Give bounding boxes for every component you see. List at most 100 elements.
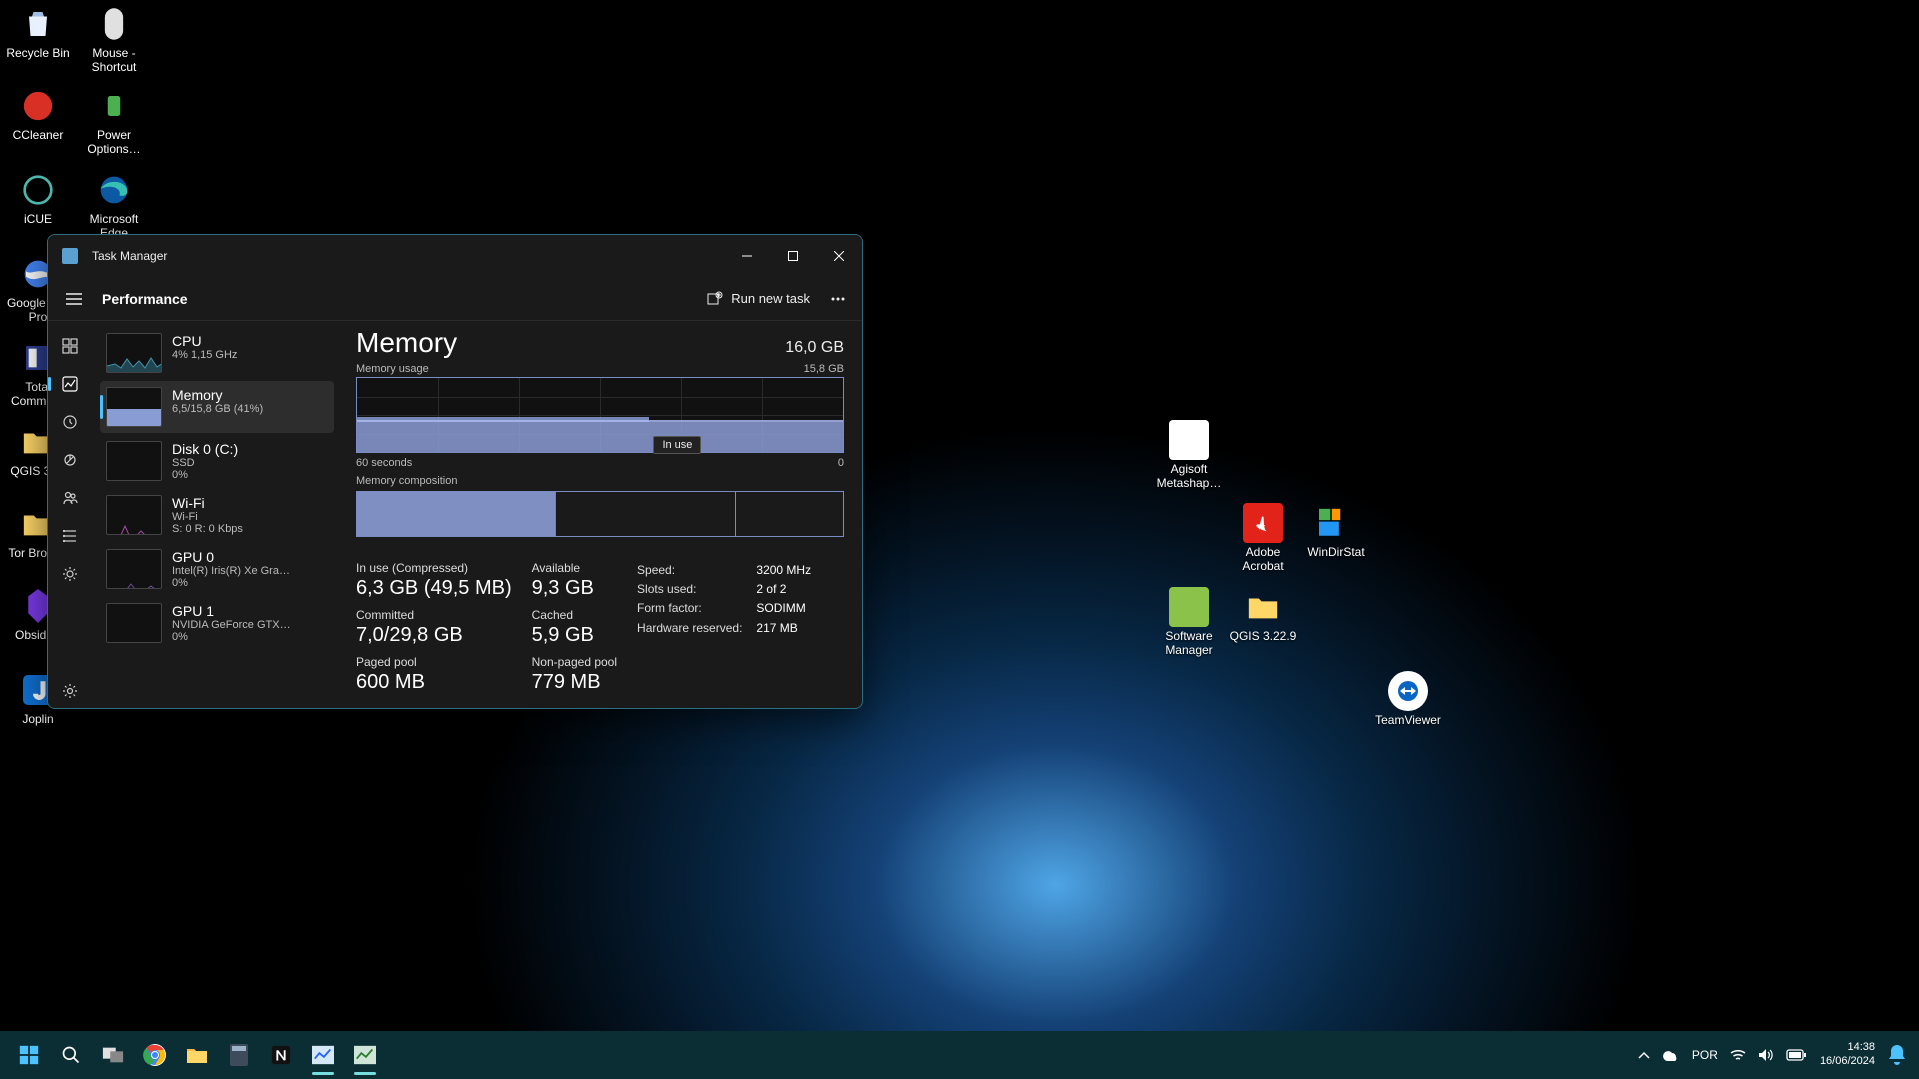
maximize-button[interactable] [770,235,816,277]
ccleaner-icon [18,86,58,126]
available-label: Available [532,561,617,575]
perf-sub: SSD [172,457,238,469]
task-manager-window: Task Manager Performance Run new task [47,234,863,709]
desktop-icon-acrobat[interactable]: Adobe Acrobat [1225,503,1301,574]
nav-services[interactable] [50,557,90,591]
chart-tooltip: In use [653,436,701,454]
taskbar-explorer[interactable] [176,1035,218,1075]
usage-max: 15,8 GB [804,363,844,375]
perf-name: CPU [172,333,237,349]
system-tray: POR [1632,1048,1812,1062]
committed-label: Committed [356,608,512,622]
perf-name: GPU 0 [172,549,290,565]
desktop-icon-edge[interactable]: Microsoft Edge [76,170,152,241]
nav-startup[interactable] [50,443,90,477]
search-button[interactable] [50,1035,92,1075]
nonpaged-value: 779 MB [532,671,617,694]
perf-item-cpu[interactable]: CPU4% 1,15 GHz [100,327,334,379]
memory-title: Memory [356,327,457,359]
formfactor-value: SODIMM [756,599,811,618]
tray-battery-icon[interactable] [1786,1049,1806,1061]
cached-value: 5,9 GB [532,624,617,647]
desktop-icon-power[interactable]: Power Options… [76,86,152,157]
desktop-icon-ccleaner[interactable]: CCleaner [0,86,76,142]
hamburger-button[interactable] [54,281,94,317]
tray-language[interactable]: POR [1692,1048,1718,1062]
tray-wifi-icon[interactable] [1730,1049,1746,1061]
nav-performance[interactable] [50,367,90,401]
desktop-icon-qgis[interactable]: QGIS 3.22.9 [1225,587,1301,643]
hwreserved-value: 217 MB [756,619,811,638]
nav-app-history[interactable] [50,405,90,439]
memory-composition-bar [356,491,844,537]
titlebar[interactable]: Task Manager [48,235,862,277]
nav-processes[interactable] [50,329,90,363]
icon-label: Software Manager [1151,629,1227,658]
perf-item-disk[interactable]: Disk 0 (C:)SSD0% [100,435,334,487]
run-new-task-button[interactable]: Run new task [697,285,820,313]
taskbar-task-manager[interactable] [344,1035,386,1075]
mouse-icon [94,4,134,44]
perf-sub2: S: 0 R: 0 Kbps [172,523,243,535]
cached-label: Cached [532,608,617,622]
speed-value: 3200 MHz [756,561,811,580]
desktop-icon-recycle-bin[interactable]: Recycle Bin [0,4,76,60]
memory-stats: In use (Compressed) 6,3 GB (49,5 MB) Com… [356,561,844,702]
icon-label: Power Options… [76,128,152,157]
run-task-label: Run new task [731,291,810,306]
perf-item-gpu0[interactable]: GPU 0Intel(R) Iris(R) Xe Gra…0% [100,543,334,595]
memory-total: 16,0 GB [785,339,844,357]
icon-label: WinDirStat [1307,545,1364,559]
nav-users[interactable] [50,481,90,515]
gpu1-thumb [106,603,162,643]
icon-label: Adobe Acrobat [1225,545,1301,574]
taskbar-app1[interactable] [302,1035,344,1075]
memory-detail-panel: Memory 16,0 GB Memory usage 15,8 GB In u… [342,321,862,708]
composition-label: Memory composition [356,475,457,487]
x-axis-left: 60 seconds [356,457,412,469]
perf-item-memory[interactable]: Memory6,5/15,8 GB (41%) [100,381,334,433]
memory-thumb [106,387,162,427]
taskbar-clock[interactable]: 14:38 16/06/2024 [1812,1041,1883,1069]
taskbar-notion[interactable] [260,1035,302,1075]
perf-sub2: 0% [172,469,238,481]
desktop-icon-mouse[interactable]: Mouse - Shortcut [76,4,152,75]
tray-chevron-icon[interactable] [1638,1051,1650,1059]
task-view-button[interactable] [92,1035,134,1075]
x-axis-right: 0 [838,457,844,469]
notification-button[interactable] [1883,1045,1911,1065]
desktop-icon-windirstat[interactable]: WinDirStat [1298,503,1374,559]
icue-icon [18,170,58,210]
edge-icon [94,170,134,210]
usage-label: Memory usage [356,363,429,375]
desktop-icon-software-mgr[interactable]: Software Manager [1151,587,1227,658]
taskbar-chrome[interactable] [134,1035,176,1075]
tray-volume-icon[interactable] [1758,1048,1774,1062]
desktop-icon-teamviewer[interactable]: TeamViewer [1370,671,1446,727]
minimize-button[interactable] [724,235,770,277]
taskbar: POR 14:38 16/06/2024 [0,1031,1919,1079]
icon-label: TeamViewer [1375,713,1441,727]
in-use-value: 6,3 GB (49,5 MB) [356,577,512,600]
more-options-button[interactable] [820,281,856,317]
clock-time: 14:38 [1820,1041,1875,1055]
slots-value: 2 of 2 [756,580,811,599]
perf-item-gpu1[interactable]: GPU 1NVIDIA GeForce GTX…0% [100,597,334,649]
tray-onedrive-icon[interactable] [1662,1049,1680,1061]
perf-sub2: 0% [172,631,291,643]
start-button[interactable] [8,1035,50,1075]
available-value: 9,3 GB [532,577,617,600]
perf-item-wifi[interactable]: Wi-FiWi-FiS: 0 R: 0 Kbps [100,489,334,541]
gpu0-thumb [106,549,162,589]
perf-name: GPU 1 [172,603,291,619]
desktop-icon-icue[interactable]: iCUE [0,170,76,226]
software-mgr-icon [1169,587,1209,627]
memory-usage-chart: In use [356,377,844,453]
close-button[interactable] [816,235,862,277]
nav-details[interactable] [50,519,90,553]
taskbar-calculator[interactable] [218,1035,260,1075]
paged-value: 600 MB [356,671,512,694]
desktop-icon-agisoft[interactable]: Agisoft Metashap… [1151,420,1227,491]
nav-settings[interactable] [50,674,90,708]
nonpaged-label: Non-paged pool [532,655,617,669]
